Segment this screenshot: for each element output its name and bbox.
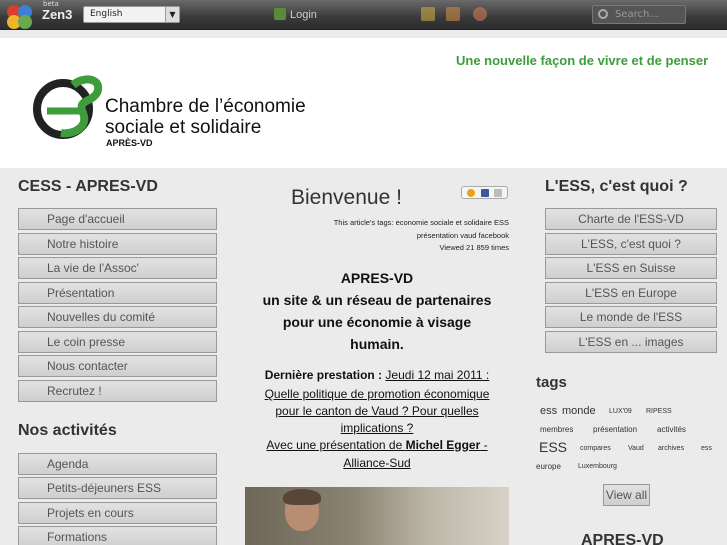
menu-item-presentation[interactable]: Présentation	[18, 282, 217, 304]
presenter-name: Michel Egger	[405, 438, 481, 452]
bookmark-icon	[494, 189, 502, 197]
tag-link[interactable]: Vaud	[628, 445, 644, 452]
es-logo-icon[interactable]	[33, 73, 105, 139]
tag-link[interactable]: activités	[657, 425, 686, 434]
heading-apres-vd: APRES-VD	[340, 270, 414, 286]
presenter-prefix: Avec une présentation de	[266, 438, 406, 452]
tag-link[interactable]: membres	[540, 425, 573, 434]
search-placeholder: Search...	[615, 9, 659, 20]
last-event-date-link[interactable]: Jeudi 12 mai 2011 :	[385, 368, 489, 382]
menu-item-accueil[interactable]: Page d'accueil	[18, 208, 217, 230]
edit-icon[interactable]	[421, 7, 435, 21]
page-title: Bienvenue !	[291, 186, 402, 209]
event-link-line3[interactable]: implications ?	[245, 421, 509, 435]
login-link[interactable]: Login	[274, 8, 317, 21]
tag-link[interactable]: Luxembourg	[578, 463, 617, 470]
chevron-down-icon[interactable]: ▼	[165, 7, 179, 22]
tag-link[interactable]: ess	[540, 405, 557, 417]
org-subtitle: APRÈS-VD	[106, 138, 153, 148]
menu-item-ess-images[interactable]: L'ESS en ... images	[545, 331, 717, 353]
article-tags-line1: This article's tags: economie sociale et…	[260, 218, 509, 227]
activities-title: Nos activités	[18, 422, 117, 439]
calendar-icon[interactable]	[446, 7, 460, 21]
menu-item-formations[interactable]: Formations	[18, 526, 217, 545]
right-bottom-title: APRES-VD	[581, 532, 664, 545]
tagline: Une nouvelle façon de vivre et de penser	[456, 53, 709, 68]
person-hair	[283, 489, 321, 505]
view-all-button[interactable]: View all	[603, 484, 650, 506]
tag-link[interactable]: ess	[701, 445, 712, 452]
left-section-title: CESS - APRES-VD	[18, 178, 158, 195]
tags-title: tags	[536, 374, 567, 391]
menu-item-contact[interactable]: Nous contacter	[18, 355, 217, 377]
tag-link[interactable]: europe	[536, 462, 561, 471]
menu-item-nouvelles[interactable]: Nouvelles du comité	[18, 306, 217, 328]
menu-item-charte[interactable]: Charte de l'ESS-VD	[545, 208, 717, 230]
right-section-title: L'ESS, c'est quoi ?	[545, 178, 688, 195]
heading-line4: humain.	[350, 336, 404, 352]
last-event-label: Dernière prestation :	[264, 368, 386, 382]
last-event-line: Dernière prestation : Jeudi 12 mai 2011 …	[245, 368, 509, 382]
menu-item-monde-ess[interactable]: Le monde de l'ESS	[545, 306, 717, 328]
menu-item-ess-europe[interactable]: L'ESS en Europe	[545, 282, 717, 304]
brand-name[interactable]: Zen3	[42, 7, 72, 22]
menu-item-ess-quoi[interactable]: L'ESS, c'est quoi ?	[545, 233, 717, 255]
event-link-line5[interactable]: Alliance-Sud	[245, 456, 509, 470]
share-icon	[481, 189, 489, 197]
login-label: Login	[290, 9, 317, 21]
article-photo[interactable]	[245, 487, 509, 545]
search-icon	[598, 9, 608, 19]
users-icon[interactable]	[473, 7, 487, 21]
top-toolbar: beta Zen3 English ▼ Login Search...	[0, 0, 727, 30]
zen3-logo-icon[interactable]	[5, 3, 35, 31]
menu-item-projets[interactable]: Projets en cours	[18, 502, 217, 524]
language-value: English	[90, 9, 123, 19]
org-name-line2: sociale et solidaire	[105, 117, 262, 138]
tag-link[interactable]: présentation	[593, 425, 637, 434]
menu-item-histoire[interactable]: Notre histoire	[18, 233, 217, 255]
tag-link[interactable]: ESS	[539, 439, 567, 455]
star-icon	[467, 189, 475, 197]
tag-link[interactable]: archives	[658, 445, 684, 452]
menu-item-recrutez[interactable]: Recrutez !	[18, 380, 217, 402]
article-tags-label: This article's tags:	[333, 218, 394, 227]
header-banner: Une nouvelle façon de vivre et de penser…	[0, 38, 727, 168]
org-name-line1: Chambre de l’économie	[105, 96, 306, 117]
tag-link[interactable]: RIPESS	[646, 408, 672, 415]
tag-link[interactable]: compares	[580, 445, 611, 452]
article-tags-value1[interactable]: economie sociale et solidaire ESS	[396, 218, 509, 227]
bookmark-share-icon[interactable]	[461, 186, 508, 199]
heading-line2: un site & un réseau de partenaires	[262, 292, 492, 308]
language-select[interactable]: English ▼	[83, 6, 180, 23]
menu-item-ess-suisse[interactable]: L'ESS en Suisse	[545, 257, 717, 279]
menu-item-vie-assoc[interactable]: La vie de l'Assoc'	[18, 257, 217, 279]
event-link-line2[interactable]: pour le canton de Vaud ? Pour quelles	[245, 404, 509, 418]
search-input[interactable]: Search...	[592, 5, 686, 24]
tag-link[interactable]: LUX'09	[609, 408, 632, 415]
view-count: Viewed 21 859 times	[439, 243, 510, 252]
heading-line3: pour une économie à visage	[282, 314, 472, 330]
tag-link[interactable]: monde	[562, 405, 596, 417]
key-icon	[274, 8, 286, 20]
menu-item-presse[interactable]: Le coin presse	[18, 331, 217, 353]
event-link-line4[interactable]: Avec une présentation de Michel Egger -	[245, 438, 509, 452]
article-tags-value2[interactable]: présentation vaud facebook	[260, 231, 509, 240]
event-link-line1[interactable]: Quelle politique de promotion économique	[245, 387, 509, 401]
presenter-suffix: -	[480, 438, 488, 452]
menu-item-agenda[interactable]: Agenda	[18, 453, 217, 475]
menu-item-petits-dejeuners[interactable]: Petits-déjeuners ESS	[18, 477, 217, 499]
